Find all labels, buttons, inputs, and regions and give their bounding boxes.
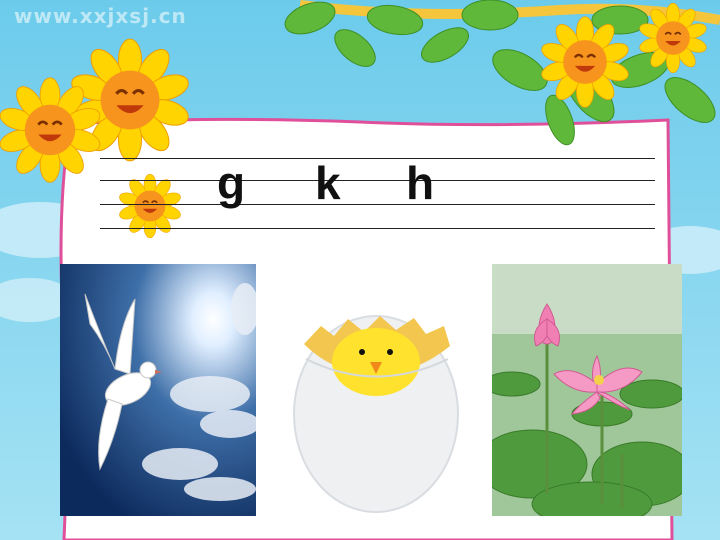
writing-lines bbox=[100, 158, 655, 230]
sunflower-top-1 bbox=[538, 15, 632, 109]
dove-picture bbox=[60, 264, 256, 516]
sunflower-top-2 bbox=[636, 2, 710, 74]
lotus-picture bbox=[492, 264, 682, 516]
watermark-text: www.xxjxsj.cn bbox=[14, 4, 187, 28]
letter-h: h bbox=[406, 157, 435, 209]
chick-picture bbox=[276, 264, 472, 516]
letter-k: k bbox=[315, 157, 341, 209]
letter-g: g bbox=[217, 157, 246, 209]
